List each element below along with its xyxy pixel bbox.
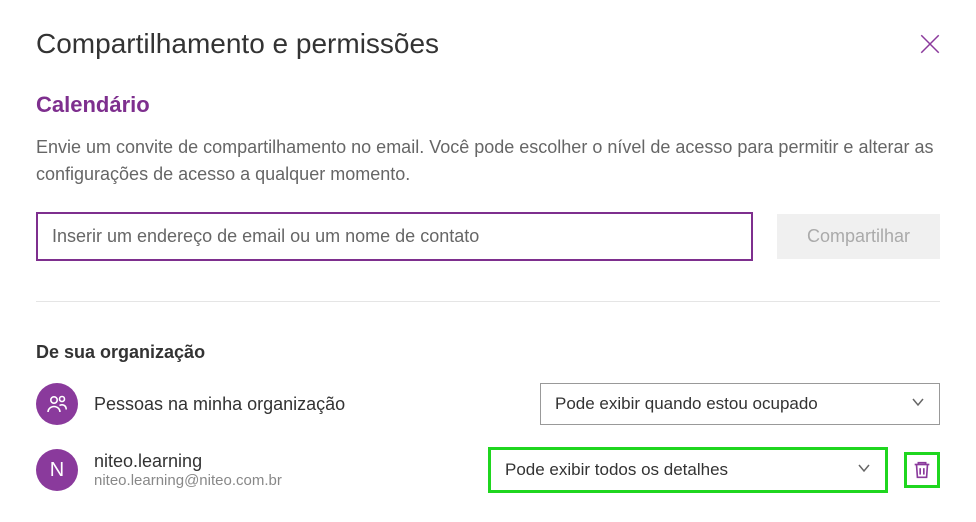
people-avatar [36,383,78,425]
chevron-down-icon [911,394,925,414]
chevron-down-icon [857,460,871,480]
avatar-letter: N [50,459,64,482]
user-name: niteo.learning [94,451,472,472]
delete-button-wrapper [904,452,940,488]
calendar-subtitle: Calendário [36,92,940,118]
permission-value: Pode exibir quando estou ocupado [555,394,818,414]
user-avatar: N [36,449,78,491]
trash-icon[interactable] [911,459,933,481]
calendar-description: Envie um convite de compartilhamento no … [36,134,940,188]
permission-row-organization: Pessoas na minha organização Pode exibir… [36,383,940,425]
permission-select-org[interactable]: Pode exibir quando estou ocupado [540,383,940,425]
page-title: Compartilhamento e permissões [36,28,439,60]
permission-select-user[interactable]: Pode exibir todos os detalhes [488,447,888,493]
email-input[interactable] [36,212,753,261]
organization-section-label: De sua organização [36,342,940,363]
user-email: niteo.learning@niteo.com.br [94,472,472,489]
org-people-label: Pessoas na minha organização [94,394,524,415]
close-icon[interactable] [920,34,940,54]
permission-row-user: N niteo.learning niteo.learning@niteo.co… [36,447,940,493]
permission-value: Pode exibir todos os detalhes [505,460,728,480]
share-button[interactable]: Compartilhar [777,214,940,259]
